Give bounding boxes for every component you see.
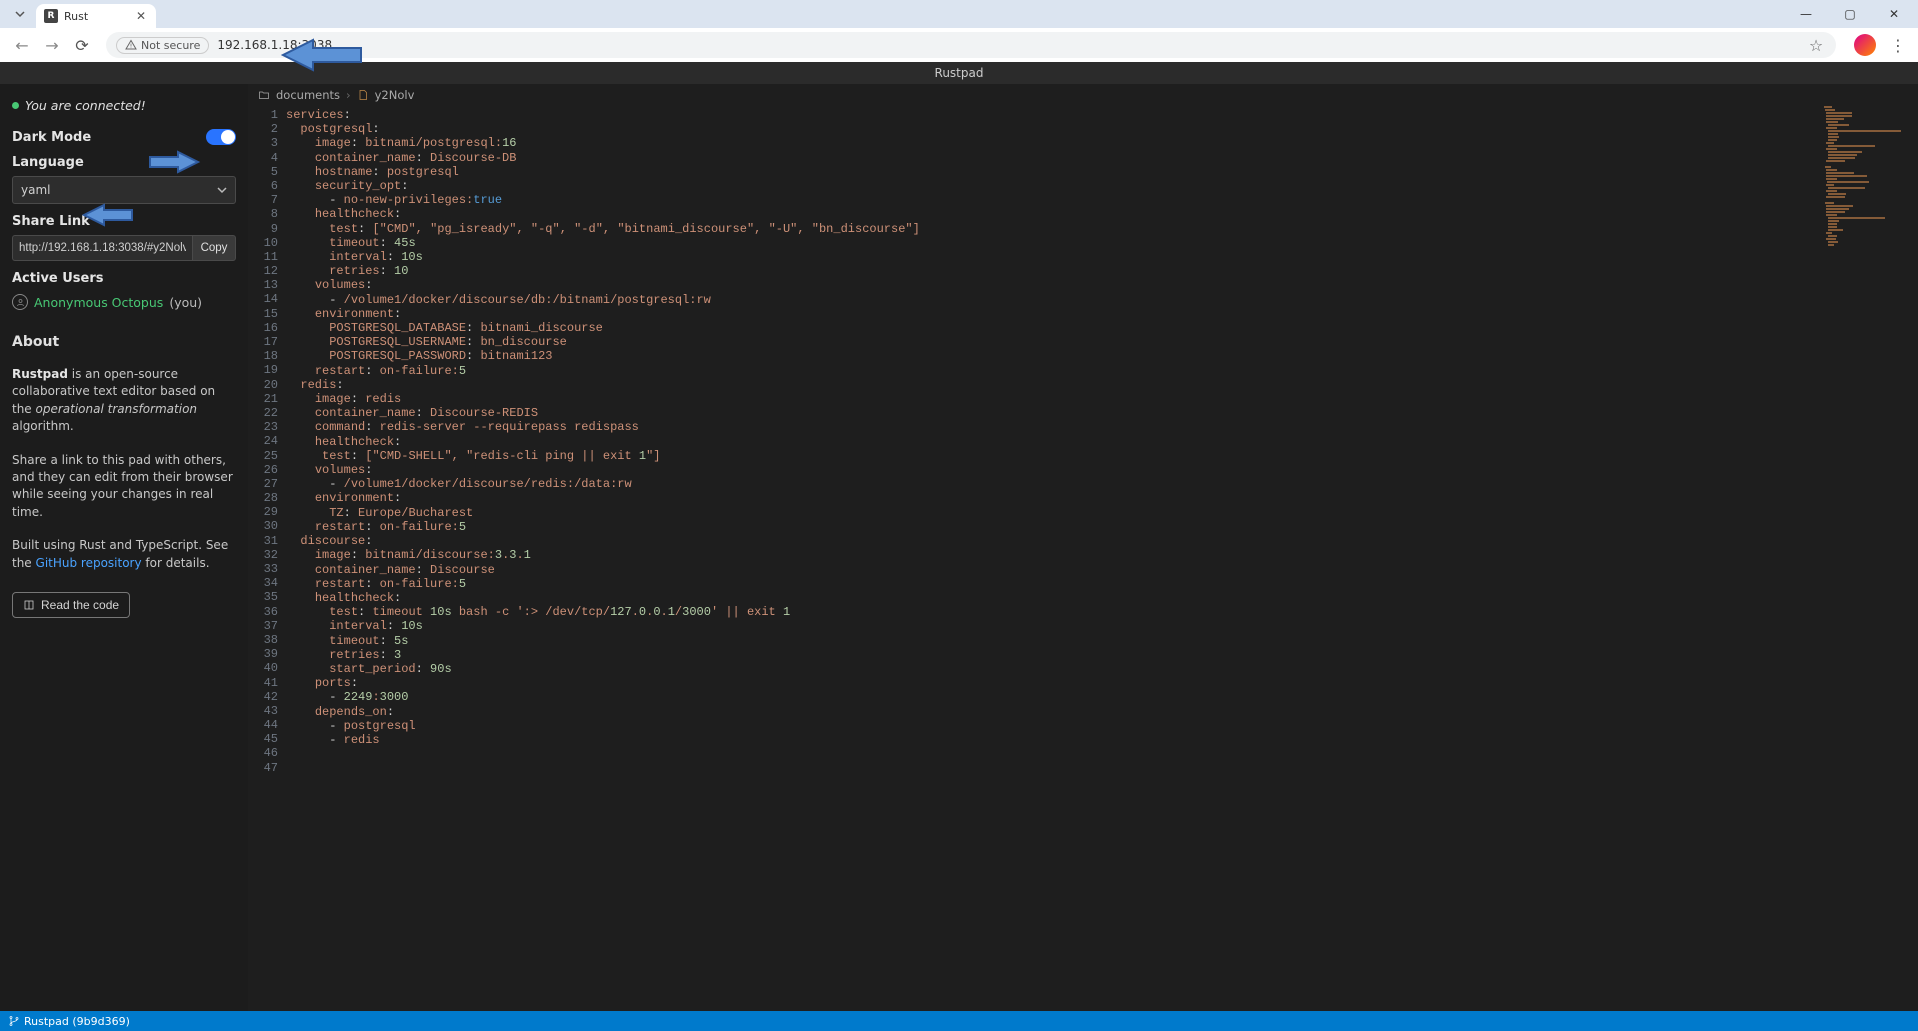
tab-search-button[interactable] (10, 4, 30, 24)
dark-mode-label: Dark Mode (12, 130, 91, 145)
language-selected-value: yaml (21, 183, 50, 197)
browser-tab[interactable]: Rust ✕ (36, 4, 156, 28)
security-label: Not secure (141, 39, 200, 52)
about-paragraph-2: Share a link to this pad with others, an… (12, 452, 236, 522)
window-close-button[interactable]: ✕ (1872, 0, 1916, 28)
bookmark-button[interactable]: ☆ (1806, 35, 1826, 55)
code-editor[interactable]: 1234567891011121314151617181920212223242… (248, 106, 1918, 1011)
about-heading: About (12, 334, 236, 350)
line-gutter: 1234567891011121314151617181920212223242… (248, 106, 286, 1011)
status-bar: Rustpad (9b9d369) (0, 1011, 1918, 1031)
window-minimize-button[interactable]: — (1784, 0, 1828, 28)
copy-button[interactable]: Copy (192, 235, 236, 261)
warning-icon (125, 39, 137, 51)
security-chip[interactable]: Not secure (116, 37, 209, 54)
status-dot-icon (12, 102, 19, 109)
address-bar[interactable]: Not secure 192.168.1.18:3038 ☆ (106, 32, 1836, 58)
connection-status: You are connected! (12, 98, 236, 113)
app-title: Rustpad (935, 66, 984, 80)
file-icon (357, 89, 369, 101)
folder-icon (258, 89, 270, 101)
favicon-icon (44, 9, 58, 23)
close-tab-button[interactable]: ✕ (134, 9, 148, 23)
editor: documents › y2Nolv 123456789101112131415… (248, 84, 1918, 1011)
browser-menu-button[interactable]: ⋮ (1888, 35, 1908, 55)
annotation-arrow-language (74, 203, 134, 227)
code-content[interactable]: services: postgresql: image: bitnami/pos… (286, 106, 1918, 1011)
read-code-label: Read the code (41, 598, 119, 612)
minimap[interactable] (1824, 106, 1914, 1011)
annotation-arrow-url (273, 30, 363, 80)
tab-title: Rust (64, 10, 128, 23)
read-code-button[interactable]: Read the code (12, 592, 130, 618)
chevron-right-icon: › (346, 88, 351, 102)
status-bar-branch[interactable]: Rustpad (9b9d369) (8, 1015, 130, 1028)
user-row: Anonymous Octopus (you) (12, 294, 236, 310)
nav-back-button[interactable]: ← (10, 33, 34, 57)
connection-status-text: You are connected! (25, 98, 146, 113)
dark-mode-toggle[interactable] (206, 129, 236, 145)
nav-reload-button[interactable]: ⟳ (70, 33, 94, 57)
window-maximize-button[interactable]: ▢ (1828, 0, 1872, 28)
user-you-label: (you) (169, 295, 202, 310)
breadcrumb-file[interactable]: y2Nolv (375, 88, 415, 102)
breadcrumb: documents › y2Nolv (248, 84, 1918, 106)
book-icon (23, 599, 35, 611)
git-branch-icon (8, 1015, 20, 1027)
nav-forward-button[interactable]: → (40, 33, 64, 57)
active-users-label: Active Users (12, 271, 236, 286)
chevron-down-icon (217, 185, 227, 195)
language-select[interactable]: yaml (12, 176, 236, 204)
share-link-input[interactable] (12, 235, 192, 261)
about-paragraph-3: Built using Rust and TypeScript. See the… (12, 537, 236, 572)
github-link[interactable]: GitHub repository (36, 556, 142, 570)
browser-tab-strip: Rust ✕ — ▢ ✕ (0, 0, 1918, 28)
annotation-arrow-toggle (148, 150, 208, 174)
user-name: Anonymous Octopus (34, 295, 163, 310)
user-icon (12, 294, 28, 310)
status-bar-text: Rustpad (9b9d369) (24, 1015, 130, 1028)
profile-avatar[interactable] (1854, 34, 1876, 56)
breadcrumb-folder[interactable]: documents (276, 88, 340, 102)
about-paragraph-1: Rustpad is an open-source collaborative … (12, 366, 236, 436)
